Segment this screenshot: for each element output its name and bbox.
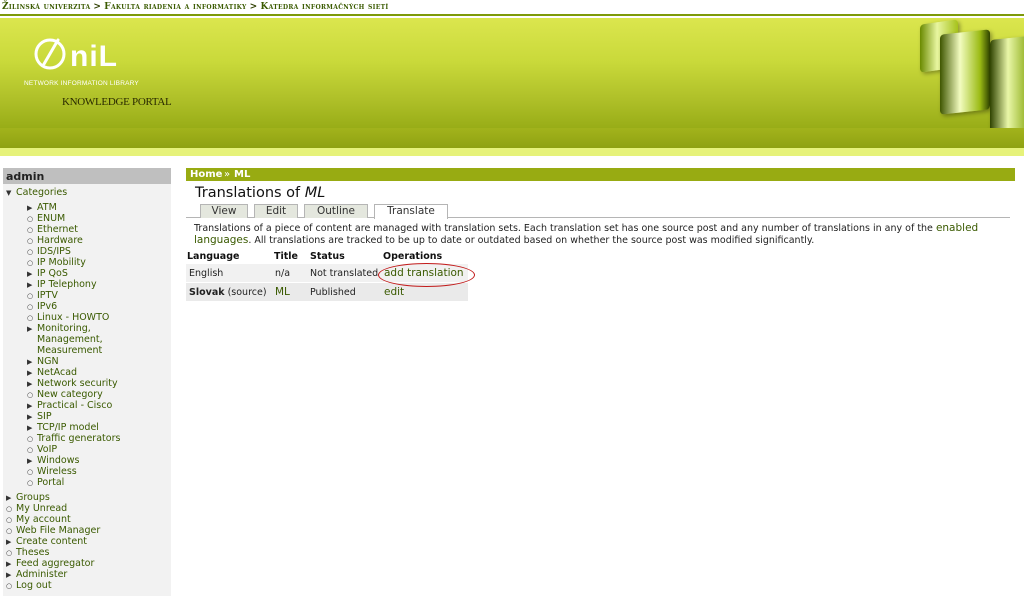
- sidebar-item-label: IP Mobility: [37, 257, 86, 268]
- tab-outline[interactable]: Outline: [304, 204, 368, 218]
- sidebar-item-label: Network security: [37, 378, 118, 389]
- sidebar-item-label: Measurement: [37, 345, 103, 356]
- sidebar-item-label: IPTV: [37, 290, 58, 301]
- sidebar-item-label: IPv6: [37, 301, 58, 312]
- sidebar-item-label: Portal: [37, 477, 65, 488]
- page-title: Translations of ML: [195, 185, 325, 201]
- sidebar-item-label: Hardware: [37, 235, 83, 246]
- breadcrumb-home-link[interactable]: Home: [190, 169, 222, 180]
- leaf-bullet-icon: ○: [6, 582, 13, 590]
- sidebar-item-label: Linux - HOWTO: [37, 312, 110, 323]
- sidebar-item-label: ATM: [37, 202, 57, 213]
- cell-title: ML: [275, 286, 290, 298]
- sidebar-item-label: My Unread: [16, 503, 68, 514]
- logo-subtitle: NETWORK INFORMATION LIBRARY: [24, 80, 139, 87]
- sidebar-item-label: ENUM: [37, 213, 66, 224]
- logo-wordmark: niL: [70, 40, 118, 73]
- tab-translate[interactable]: Translate: [374, 204, 448, 219]
- logo-circle-icon: [34, 38, 66, 70]
- device-illustration-icon: [940, 29, 990, 115]
- breadcrumb-separator: »: [224, 169, 231, 180]
- sidebar-item-categories[interactable]: ▼ Categories: [6, 187, 67, 199]
- sidebar-item-label: Practical - Cisco: [37, 400, 113, 411]
- column-header-status: Status: [310, 251, 345, 262]
- site-logo[interactable]: niL NETWORK INFORMATION LIBRARY KNOWLEDG…: [24, 28, 174, 118]
- cell-title: n/a: [275, 268, 291, 279]
- cell-language: Slovak (source): [189, 287, 267, 298]
- sidebar-item-label: Windows: [37, 455, 80, 466]
- header-band: [0, 128, 1024, 148]
- university-breadcrumb-bar: Žilinská univerzita > Fakulta riadenia a i…: [0, 0, 1024, 16]
- column-header-language: Language: [187, 251, 240, 262]
- sidebar-item-label: Administer: [16, 569, 68, 580]
- sidebar-item-label: New category: [37, 389, 103, 400]
- sidebar-item-label: My account: [16, 514, 71, 525]
- tab-edit[interactable]: Edit: [254, 204, 298, 218]
- sidebar-item-label: TCP/IP model: [37, 422, 99, 433]
- leaf-bullet-icon: ○: [27, 479, 34, 487]
- cell-language: English: [189, 268, 224, 279]
- breadcrumb-separator: >: [249, 2, 258, 12]
- device-illustration-icon: [990, 35, 1024, 128]
- sidebar-category-item[interactable]: Measurement: [27, 345, 102, 356]
- column-header-operations: Operations: [383, 251, 443, 262]
- sidebar: admin ▼ Categories ▶ ATM ○ ENUM ○ Ethernet ○ Hard…: [3, 168, 171, 596]
- sidebar-item-label: Wireless: [37, 466, 77, 477]
- cell-status: Published: [310, 287, 356, 298]
- intro-text: Translations of a piece of content are m…: [194, 222, 1004, 246]
- breadcrumb-separator: >: [93, 2, 102, 12]
- highlight-oval: [378, 263, 475, 287]
- sidebar-item-label: Ethernet: [37, 224, 78, 235]
- tab-view[interactable]: View: [200, 204, 248, 218]
- breadcrumb-department-link[interactable]: Katedra informačných sietí: [260, 2, 388, 12]
- site-header-banner: niL NETWORK INFORMATION LIBRARY KNOWLEDG…: [0, 18, 1024, 128]
- expanded-triangle-icon: ▼: [6, 189, 12, 197]
- breadcrumb: Home » ML: [186, 168, 1015, 181]
- sidebar-item-label: Traffic generators: [37, 433, 121, 444]
- sidebar-item-label: NetAcad: [37, 367, 78, 378]
- column-header-title: Title: [274, 251, 298, 262]
- sidebar-item-label: IDS/IPS: [37, 246, 71, 257]
- cell-language-name: Slovak: [189, 287, 225, 298]
- sidebar-category-item[interactable]: Management,: [27, 334, 103, 345]
- sidebar-item-label: SIP: [37, 411, 52, 422]
- breadcrumb-ml-link[interactable]: ML: [234, 169, 250, 180]
- sidebar-item-label: Categories: [16, 187, 68, 198]
- cell-language-source: (source): [227, 287, 267, 298]
- sidebar-category-item[interactable]: ○ Portal: [27, 477, 64, 489]
- sidebar-item-label: IP QoS: [37, 268, 68, 279]
- sidebar-item-label: Web File Manager: [16, 525, 101, 536]
- sidebar-item-label: Groups: [16, 492, 50, 503]
- sidebar-item-label: Log out: [16, 580, 52, 591]
- sidebar-item-label: NGN: [37, 356, 59, 367]
- sidebar-item-label: Feed aggregator: [16, 558, 95, 569]
- sidebar-item-label: Create content: [16, 536, 87, 547]
- intro-text-part1: Translations of a piece of content are m…: [194, 223, 933, 234]
- sidebar-item-label: Theses: [16, 547, 50, 558]
- logo-portal-text: KNOWLEDGE PORTAL: [62, 96, 172, 108]
- edit-link[interactable]: edit: [384, 286, 404, 298]
- breadcrumb-faculty-link[interactable]: Fakulta riadenia a informatiky: [104, 2, 246, 12]
- page-title-node: ML: [304, 185, 326, 201]
- sidebar-item-label: IP Telephony: [37, 279, 97, 290]
- sidebar-item-label: Monitoring,: [37, 323, 91, 334]
- sidebar-menu-item[interactable]: ○ Log out: [6, 580, 52, 592]
- cell-operations: edit: [384, 286, 404, 298]
- sidebar-item-label: VoIP: [37, 444, 58, 455]
- breadcrumb-university-link[interactable]: Žilinská univerzita: [2, 2, 90, 12]
- header-underline: [0, 148, 1024, 156]
- sidebar-item-label: Management,: [37, 334, 103, 345]
- university-breadcrumb: Žilinská univerzita > Fakulta riadenia a i…: [2, 2, 389, 12]
- page-title-prefix: Translations of: [195, 185, 305, 201]
- title-link[interactable]: ML: [275, 286, 290, 298]
- sidebar-title: admin: [3, 168, 171, 184]
- intro-text-part2: . All translations are tracked to be up …: [248, 234, 815, 246]
- cell-status: Not translated: [310, 268, 379, 279]
- tabs: View Edit Outline Translate: [186, 203, 1010, 219]
